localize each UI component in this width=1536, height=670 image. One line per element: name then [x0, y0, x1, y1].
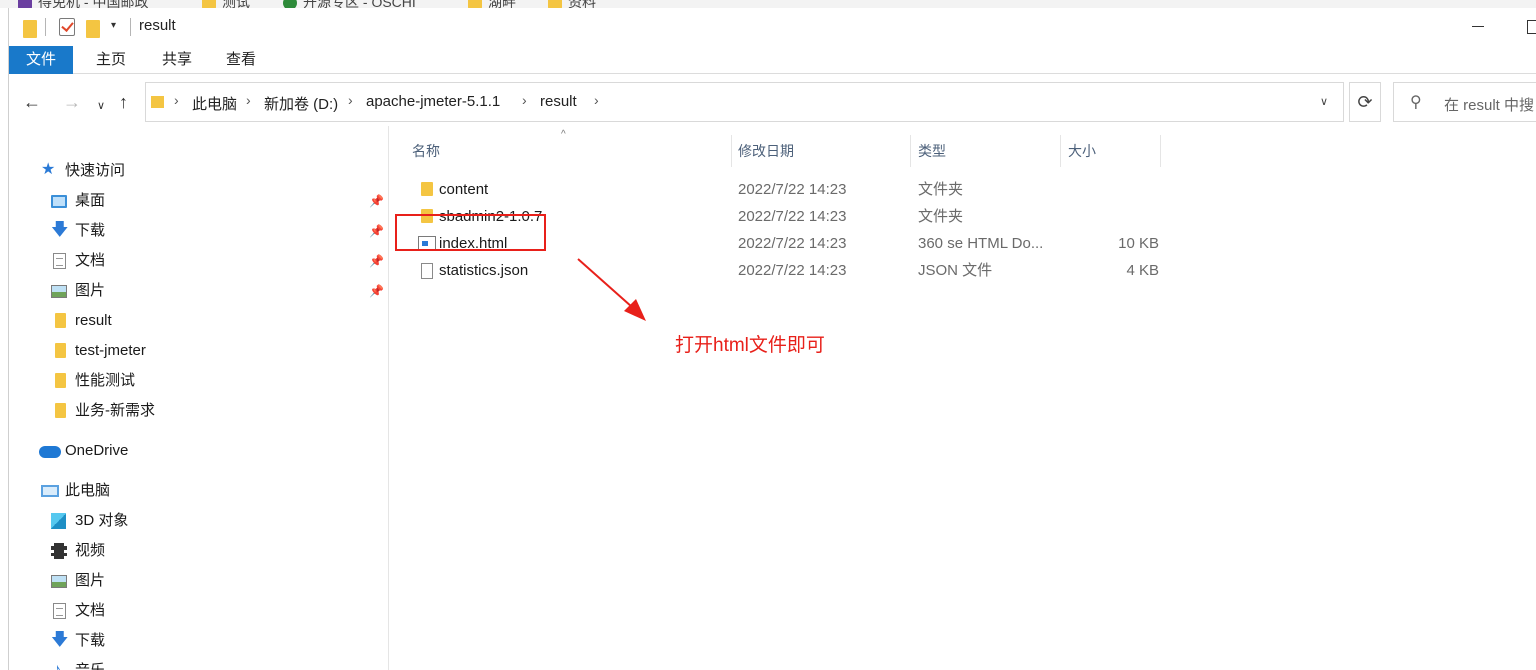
breadcrumb-jmeter[interactable]: apache-jmeter-5.1.1 [366, 93, 500, 110]
breadcrumb-result[interactable]: result [540, 93, 577, 110]
file-name: content [439, 181, 489, 198]
search-icon: ⚲ [1410, 94, 1422, 111]
search-placeholder: 在 result 中搜 [1444, 97, 1535, 114]
new-folder-icon[interactable] [86, 20, 100, 38]
forward-button[interactable]: → [63, 92, 81, 112]
file-list: ^ 名称 修改日期 类型 大小 content 2022/7/22 14:23 … [389, 126, 1536, 670]
column-divider[interactable] [1060, 135, 1061, 167]
table-row[interactable]: index.html 2022/7/22 14:23 360 se HTML D… [389, 230, 1536, 257]
column-divider[interactable] [1160, 135, 1161, 167]
folder-icon [151, 96, 164, 108]
file-type: 360 se HTML Do... [918, 235, 1044, 252]
column-divider[interactable] [731, 135, 732, 167]
file-size: 4 KB [1126, 262, 1159, 279]
file-date: 2022/7/22 14:23 [738, 235, 847, 252]
document-icon [53, 603, 66, 619]
download-icon: 🡇 [51, 630, 69, 649]
chevron-right-icon[interactable]: › [594, 92, 599, 108]
pin-icon[interactable]: 📌 [369, 276, 384, 306]
highlight-box [395, 214, 546, 251]
navigation-pane: ★ 快速访问 桌面 📌 🡇 下载 📌 文档 📌 图片 📌 result test… [9, 126, 389, 670]
maximize-button[interactable] [1527, 20, 1536, 34]
star-icon: ★ [41, 161, 56, 178]
search-box[interactable]: ⚲ 在 result 中搜 [1393, 82, 1536, 122]
3d-objects-icon [51, 513, 66, 529]
computer-icon [41, 485, 59, 497]
file-type: 文件夹 [918, 208, 964, 225]
up-button[interactable]: ↑ [119, 92, 128, 112]
annotation-arrow-icon [577, 258, 646, 321]
back-button[interactable]: ← [23, 92, 41, 112]
tab-share[interactable]: 共享 [149, 46, 205, 74]
picture-icon [51, 285, 67, 298]
ribbon-tabs: 文件 主页 共享 查看 [9, 46, 1536, 74]
file-type: JSON 文件 [918, 262, 993, 279]
bookmarks-bar: 得免机 - 中国邮政 测试 开源专区 - OSCHI 湖畔 资料 [0, 0, 1536, 8]
address-bar[interactable]: › 此电脑 › 新加卷 (D:) › apache-jmeter-5.1.1 ›… [145, 82, 1344, 122]
folder-icon [55, 313, 66, 328]
pin-icon[interactable]: 📌 [369, 246, 384, 276]
file-date: 2022/7/22 14:23 [738, 262, 847, 279]
table-row[interactable]: content 2022/7/22 14:23 文件夹 [389, 176, 1536, 203]
tab-home[interactable]: 主页 [81, 46, 141, 74]
tab-file[interactable]: 文件 [9, 46, 73, 74]
download-icon: 🡇 [51, 220, 69, 239]
chevron-right-icon[interactable]: › [246, 92, 251, 108]
divider [130, 18, 131, 36]
folder-icon [55, 403, 66, 418]
address-row: ← → ∨ ↑ › 此电脑 › 新加卷 (D:) › apache-jmeter… [9, 80, 1536, 124]
desktop-icon [51, 195, 67, 208]
bookmark-item[interactable]: 得免机 - 中国邮政 [18, 0, 148, 8]
window-title: result [139, 17, 176, 34]
column-divider[interactable] [910, 135, 911, 167]
chevron-right-icon[interactable]: › [348, 92, 353, 108]
table-row[interactable]: statistics.json 2022/7/22 14:23 JSON 文件 … [389, 257, 1536, 284]
breadcrumb-drive-d[interactable]: 新加卷 (D:) [264, 93, 338, 114]
bookmark-item[interactable]: 开源专区 - OSCHI [283, 0, 416, 8]
file-date: 2022/7/22 14:23 [738, 208, 847, 225]
bookmark-item[interactable]: 测试 [202, 0, 250, 8]
pin-icon[interactable]: 📌 [369, 186, 384, 216]
bookmark-item[interactable]: 湖畔 [468, 0, 516, 8]
picture-icon [51, 575, 67, 588]
cloud-icon [39, 446, 61, 458]
tab-view[interactable]: 查看 [215, 46, 267, 74]
chevron-right-icon[interactable]: › [522, 92, 527, 108]
column-header-name[interactable]: 名称 [412, 135, 440, 167]
annotation-text: 打开html文件即可 [675, 335, 825, 356]
chevron-down-icon[interactable]: ∨ [1320, 95, 1328, 108]
json-file-icon [421, 263, 433, 279]
file-name: statistics.json [439, 262, 529, 279]
folder-icon [23, 20, 37, 38]
video-icon [51, 543, 67, 559]
file-type: 文件夹 [918, 181, 964, 198]
column-header-type[interactable]: 类型 [918, 135, 946, 167]
table-row[interactable]: sbadmin2-1.0.7 2022/7/22 14:23 文件夹 [389, 203, 1536, 230]
refresh-button[interactable]: ⟳ [1349, 82, 1381, 122]
file-date: 2022/7/22 14:23 [738, 181, 847, 198]
recent-locations-button[interactable]: ∨ [97, 96, 105, 116]
properties-icon[interactable] [59, 18, 75, 36]
breadcrumb-this-pc[interactable]: 此电脑 [192, 93, 237, 114]
music-icon: ♪ [53, 660, 62, 670]
divider [45, 18, 46, 36]
column-header-size[interactable]: 大小 [1068, 135, 1096, 167]
column-header-date[interactable]: 修改日期 [738, 135, 794, 167]
sort-ascending-icon: ^ [561, 129, 566, 140]
file-size: 10 KB [1118, 235, 1159, 252]
folder-icon [55, 343, 66, 358]
minimize-button[interactable] [1472, 17, 1512, 37]
chevron-right-icon[interactable]: › [174, 92, 179, 108]
folder-icon [55, 373, 66, 388]
chevron-down-icon[interactable]: ▾ [111, 20, 116, 38]
bookmark-item[interactable]: 资料 [548, 0, 596, 8]
title-bar: ▾ result [9, 8, 1536, 46]
pin-icon[interactable]: 📌 [369, 216, 384, 246]
document-icon [53, 253, 66, 269]
folder-icon [421, 182, 433, 196]
